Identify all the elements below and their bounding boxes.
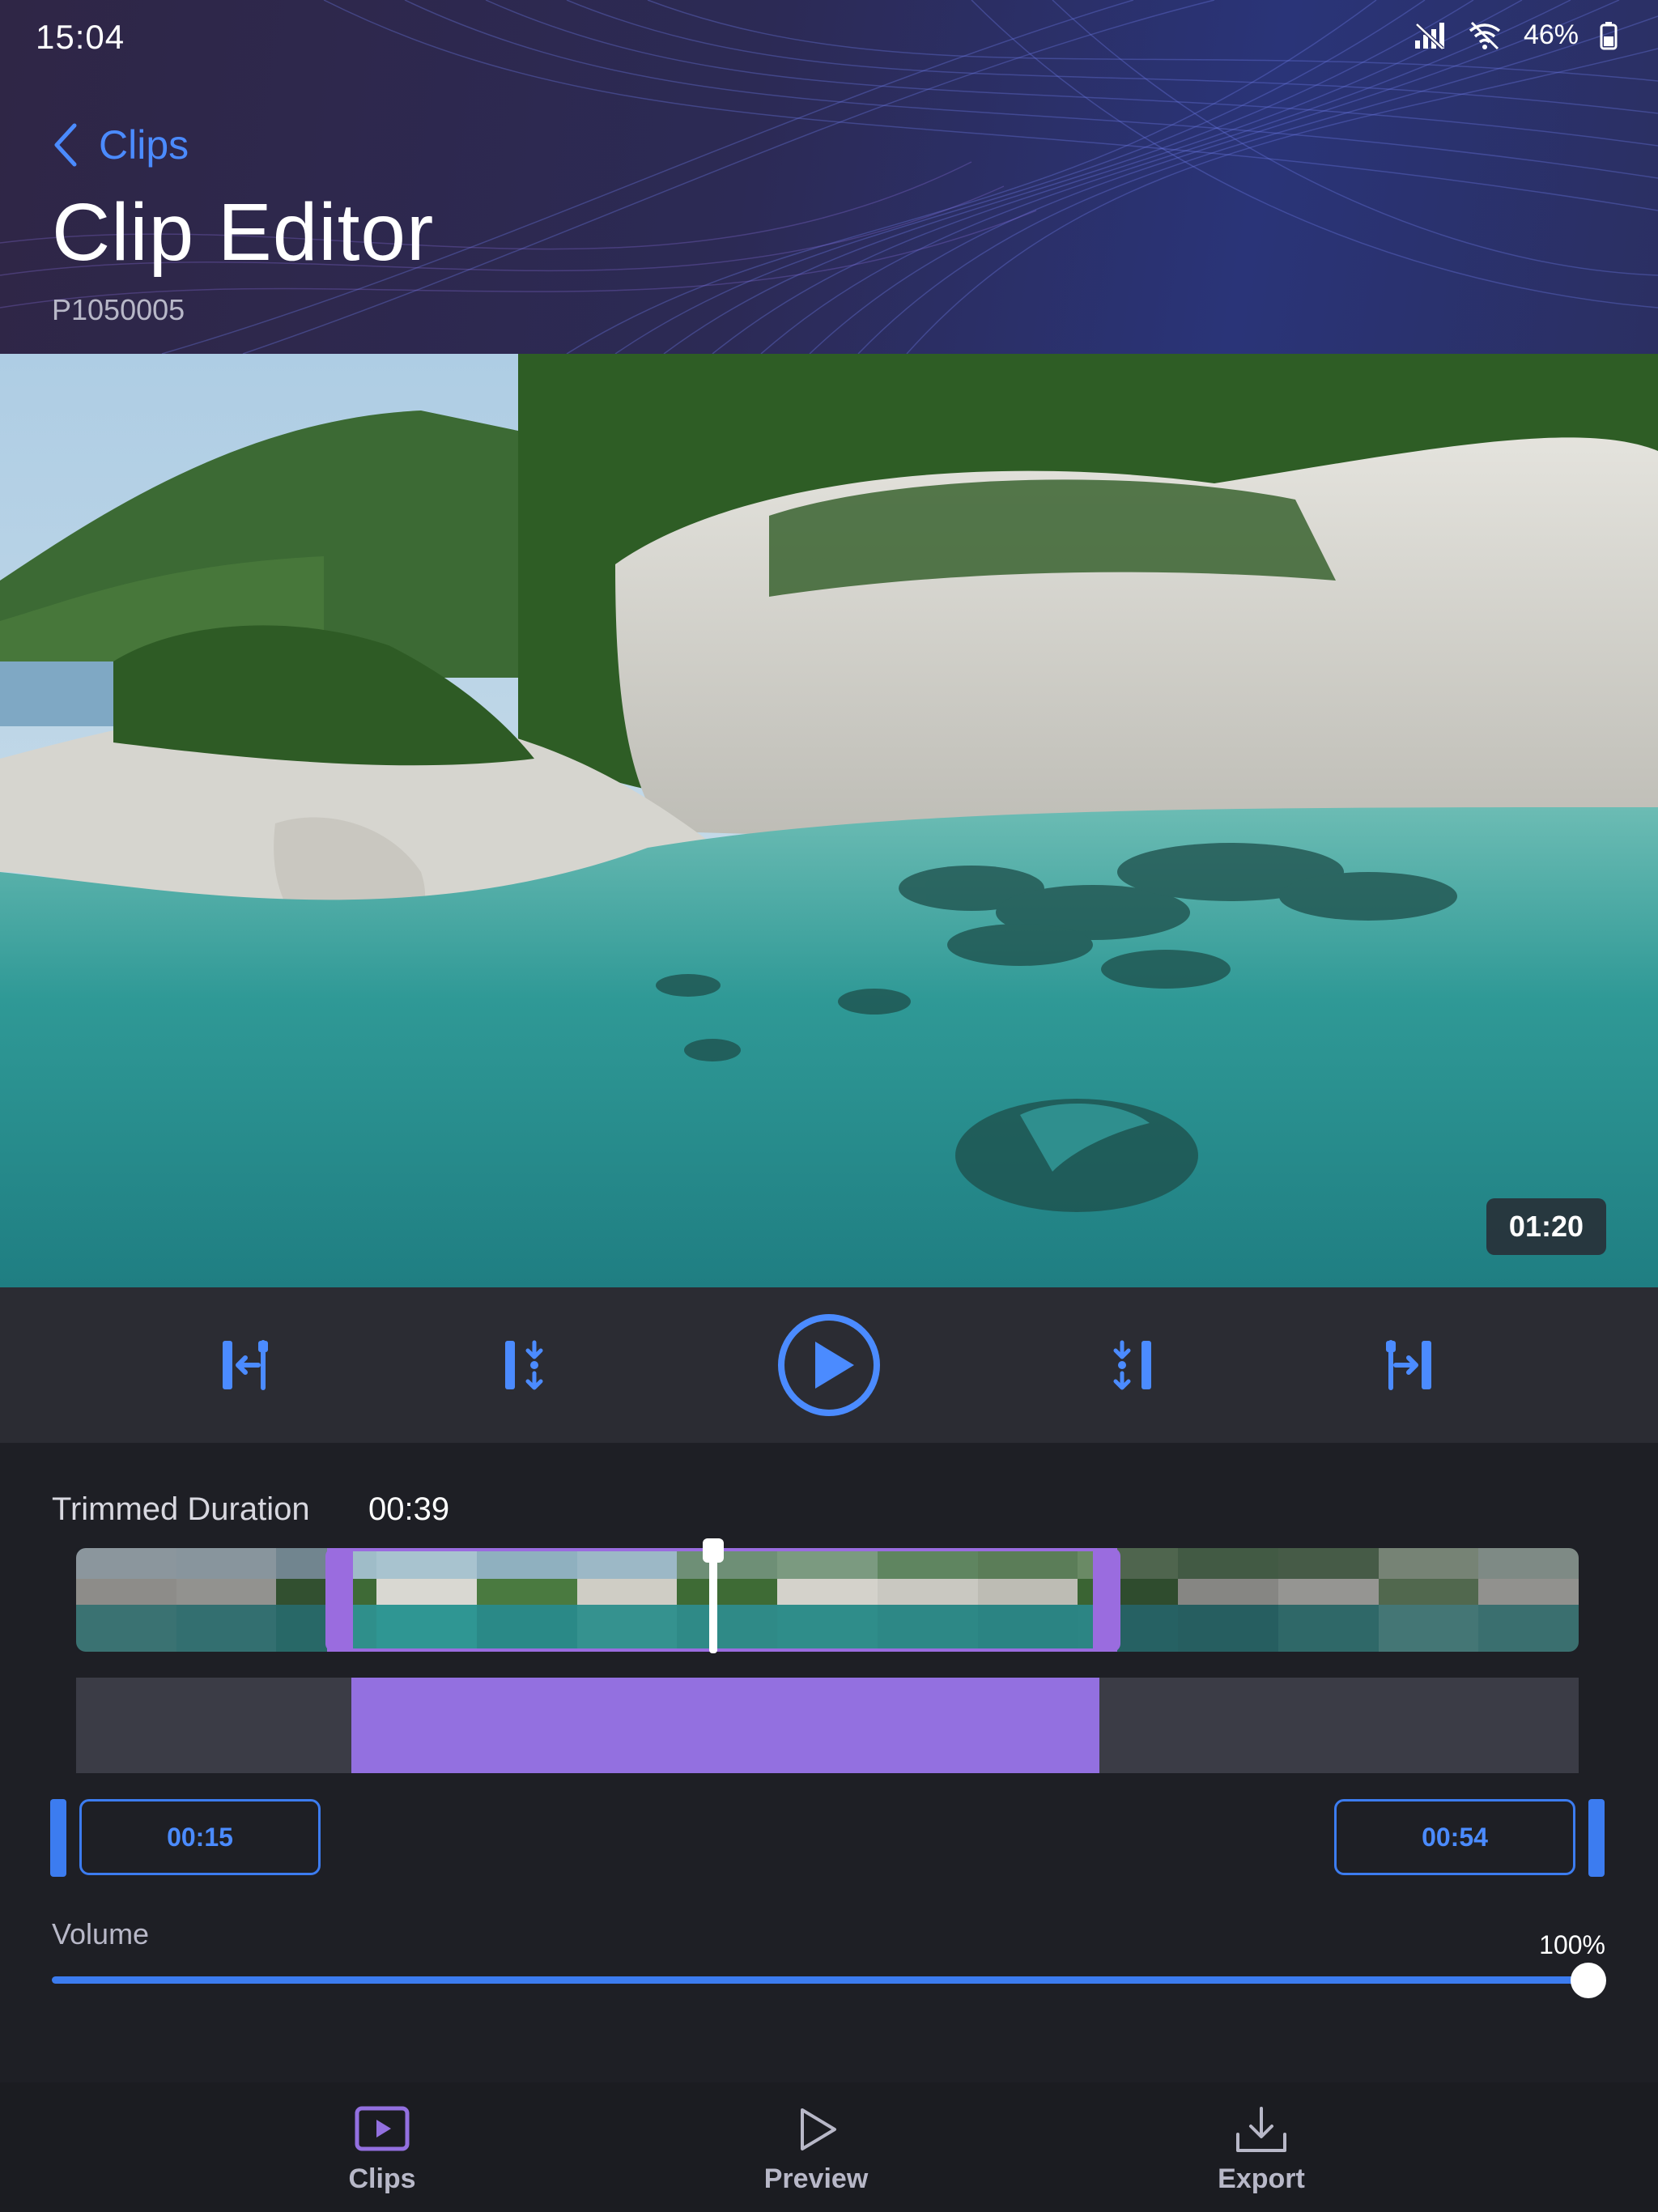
trimmed-duration-label: Trimmed Duration	[52, 1491, 310, 1527]
set-out-point-icon	[1113, 1340, 1151, 1390]
volume-value: 100%	[1539, 1930, 1605, 1959]
jump-to-start-button[interactable]	[198, 1287, 295, 1443]
video-duration-badge: 01:20	[1486, 1198, 1606, 1255]
video-frame-image	[0, 354, 1658, 1287]
chevron-left-icon	[54, 123, 77, 167]
clips-icon	[355, 2106, 410, 2151]
tab-preview[interactable]: Preview	[695, 2105, 937, 2195]
header-wave-pattern	[0, 0, 1658, 354]
clip-name: P1050005	[52, 293, 185, 326]
tab-clips[interactable]: Clips	[261, 2105, 504, 2195]
filmstrip-selection	[327, 1548, 1117, 1652]
header: 15:04 46% Clips Clip Editor P1050005	[0, 0, 1658, 354]
volume-label: Volume	[52, 1917, 150, 1950]
battery-icon	[1600, 21, 1618, 49]
download-icon	[1236, 2107, 1286, 2152]
play-button[interactable]	[776, 1287, 882, 1443]
tab-export-label: Export	[1218, 2163, 1305, 2194]
trim-start-handle[interactable]	[325, 1548, 353, 1652]
volume-slider-thumb[interactable]	[1571, 1963, 1606, 1998]
start-edge-marker	[50, 1799, 66, 1877]
back-button[interactable]: Clips	[52, 121, 189, 168]
trim-end-handle[interactable]	[1093, 1548, 1120, 1652]
tab-clips-label: Clips	[348, 2163, 416, 2194]
play-outline-icon	[801, 2108, 836, 2150]
battery-percent: 46%	[1523, 19, 1579, 50]
jump-to-end-button[interactable]	[1358, 1287, 1456, 1443]
filmstrip-excluded-right	[1117, 1548, 1579, 1652]
range-selection[interactable]	[351, 1678, 1099, 1773]
play-icon	[778, 1314, 880, 1416]
trim-end-time[interactable]: 00:54	[1334, 1799, 1575, 1875]
filmstrip-excluded-left	[76, 1548, 327, 1652]
wifi-off-icon	[1469, 21, 1501, 49]
playback-controls	[0, 1287, 1658, 1443]
set-out-point-button[interactable]	[1082, 1287, 1179, 1443]
status-icons: 46%	[1414, 19, 1618, 51]
end-edge-marker	[1588, 1799, 1605, 1877]
video-preview[interactable]: 01:20	[0, 354, 1658, 1287]
status-time: 15:04	[36, 18, 125, 56]
page-title: Clip Editor	[52, 187, 435, 278]
jump-to-end-icon	[1386, 1340, 1431, 1390]
back-label: Clips	[99, 122, 189, 168]
set-in-point-icon	[505, 1340, 543, 1390]
trimmed-duration-value: 00:39	[368, 1491, 450, 1527]
playhead-knob[interactable]	[703, 1538, 724, 1563]
tab-preview-label: Preview	[763, 2163, 869, 2194]
jump-to-start-icon	[223, 1340, 268, 1390]
volume-slider-track[interactable]	[52, 1976, 1590, 1984]
tab-export[interactable]: Export	[1140, 2105, 1383, 2195]
set-in-point-button[interactable]	[478, 1287, 575, 1443]
trim-start-time[interactable]: 00:15	[79, 1799, 321, 1875]
no-signal-icon	[1414, 22, 1444, 50]
